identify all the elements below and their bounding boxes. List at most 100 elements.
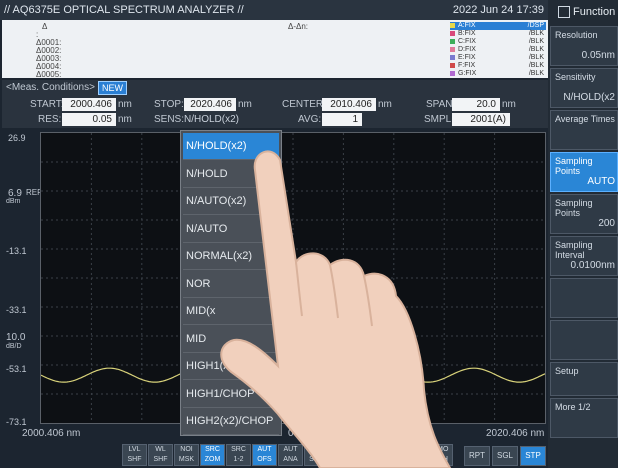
- x-start-label: 2000.406 nm: [22, 428, 81, 439]
- center-unit: nm: [378, 99, 392, 110]
- softkey-line2: MSK: [178, 456, 195, 463]
- function-button[interactable]: More 1/2: [550, 398, 618, 438]
- function-title: Function: [558, 6, 615, 19]
- function-button[interactable]: Sampling Points AUTO: [550, 152, 618, 192]
- start-label: START:: [30, 99, 64, 110]
- trace-color-icon: [450, 54, 455, 60]
- res-value[interactable]: 0.05: [62, 113, 116, 126]
- function-button-value: 0.0100nm: [570, 260, 615, 271]
- stop-value[interactable]: 2020.406: [184, 98, 236, 111]
- trace-mode: /BLK: [528, 62, 544, 69]
- span-unit: nm: [502, 99, 516, 110]
- trace-item[interactable]: G:FIX/BLK: [450, 70, 546, 78]
- function-button[interactable]: Sampling Points 200: [550, 194, 618, 234]
- function-button-title: Sampling Points: [555, 198, 593, 218]
- res-label: RES:: [38, 114, 62, 125]
- y-label-2: -33.1: [6, 305, 27, 315]
- start-unit: nm: [118, 99, 132, 110]
- center-label: CENTER:: [282, 99, 326, 110]
- ref-unit: dBm: [6, 198, 21, 205]
- softkey-line2: SHF: [153, 456, 168, 463]
- function-button[interactable]: Average Times: [550, 110, 618, 150]
- function-button-value: 200: [598, 218, 615, 229]
- softkey-line1: WL: [155, 446, 166, 453]
- scale-unit: dB/D: [6, 343, 22, 350]
- span-value[interactable]: 20.0: [452, 98, 500, 111]
- function-button[interactable]: Resolution 0.05nm: [550, 26, 618, 66]
- stop-label: STOP:: [154, 99, 184, 110]
- smpl-value[interactable]: 2001(A): [452, 113, 510, 126]
- softkey-button[interactable]: LVL SHF: [122, 444, 147, 466]
- function-button-title: Resolution: [555, 30, 598, 40]
- title-bar: // AQ6375E OPTICAL SPECTRUM ANALYZER // …: [0, 0, 548, 20]
- function-button-title: Sampling Interval: [555, 240, 593, 260]
- trace-mode: /DSP: [527, 22, 544, 29]
- trace-label: E:FIX: [458, 54, 476, 61]
- trace-color-icon: [450, 38, 455, 44]
- avg-value[interactable]: 1: [322, 113, 362, 126]
- function-button[interactable]: Sampling Interval 0.0100nm: [550, 236, 618, 276]
- softkey-button[interactable]: NOI MSK: [174, 444, 199, 466]
- trace-label: C:FIX: [458, 38, 476, 45]
- trace-item[interactable]: A:FIX/DSP: [450, 22, 546, 30]
- function-button-title: Setup: [555, 366, 579, 376]
- marker-panel: Δ Δ-Δn: : Δ0001: Δ0002: Δ0003: Δ0004: Δ0005: …: [2, 20, 548, 79]
- y-top-label: 26.9: [8, 133, 26, 143]
- app-title: // AQ6375E OPTICAL SPECTRUM ANALYZER //: [4, 4, 244, 16]
- trace-color-icon: [450, 62, 455, 68]
- softkey-line1: LVL: [128, 446, 141, 453]
- y-label-4: -73.1: [6, 417, 27, 427]
- function-button-value: 0.05nm: [581, 50, 615, 61]
- stop-unit: nm: [238, 99, 252, 110]
- y-label-3: -53.1: [6, 364, 27, 374]
- trace-color-icon: [450, 46, 455, 52]
- function-button-title: More 1/2: [555, 402, 591, 412]
- meas-header: <Meas. Conditions>: [6, 82, 95, 93]
- trace-item[interactable]: B:FIX/BLK: [450, 30, 546, 38]
- trace-label: F:FIX: [458, 62, 476, 69]
- function-button-title: Average Times: [555, 114, 615, 124]
- delta-dn-label: Δ-Δn:: [288, 22, 309, 31]
- smpl-label: SMPL:: [424, 114, 455, 125]
- function-button[interactable]: [550, 320, 618, 360]
- softkey-button[interactable]: WL SHF: [148, 444, 173, 466]
- sweep-stp-button[interactable]: STP: [520, 446, 546, 466]
- center-value[interactable]: 2010.406: [322, 98, 376, 111]
- marker-line: Δ0005:: [36, 70, 62, 79]
- softkey-line2: SHF: [127, 456, 142, 463]
- y-label-1: -13.1: [6, 246, 27, 256]
- trace-label: G:FIX: [458, 70, 477, 77]
- function-button[interactable]: [550, 278, 618, 318]
- function-button[interactable]: Sensitivity N/HOLD(x2: [550, 68, 618, 108]
- function-button[interactable]: Setup: [550, 362, 618, 396]
- trace-item[interactable]: D:FIX/BLK: [450, 46, 546, 54]
- meas-conditions-panel: <Meas. Conditions> NEW START: 2000.406 n…: [2, 80, 548, 128]
- function-panel: Function Resolution 0.05nm Sensitivity N/HO…: [548, 0, 618, 468]
- trace-mode: /BLK: [528, 54, 544, 61]
- start-value[interactable]: 2000.406: [62, 98, 116, 111]
- sweep-sgl-button[interactable]: SGL: [492, 446, 518, 466]
- function-button-value: N/HOLD(x2: [563, 92, 615, 103]
- softkey-line1: NOI: [180, 446, 193, 453]
- trace-mode: /BLK: [528, 30, 544, 37]
- avg-label: AVG:: [298, 114, 322, 125]
- sens-value[interactable]: N/HOLD(x2): [182, 113, 244, 126]
- new-badge[interactable]: NEW: [98, 81, 127, 95]
- trace-mode: /BLK: [528, 38, 544, 45]
- trace-item[interactable]: C:FIX/BLK: [450, 38, 546, 46]
- trace-color-icon: [450, 22, 455, 28]
- trace-label: D:FIX: [458, 46, 476, 53]
- trace-item[interactable]: F:FIX/BLK: [450, 62, 546, 70]
- trace-label: B:FIX: [458, 30, 476, 37]
- trace-item[interactable]: E:FIX/BLK: [450, 54, 546, 62]
- span-label: SPAN:: [426, 99, 456, 110]
- function-icon: [558, 6, 570, 19]
- hand-image: [220, 150, 452, 468]
- trace-mode: /BLK: [528, 70, 544, 77]
- trace-mode: /BLK: [528, 46, 544, 53]
- trace-color-icon: [450, 30, 455, 36]
- res-unit: nm: [118, 114, 132, 125]
- delta-label: Δ: [42, 22, 48, 31]
- datetime: 2022 Jun 24 17:39: [452, 4, 544, 16]
- function-button-title: Sampling Points: [555, 156, 593, 176]
